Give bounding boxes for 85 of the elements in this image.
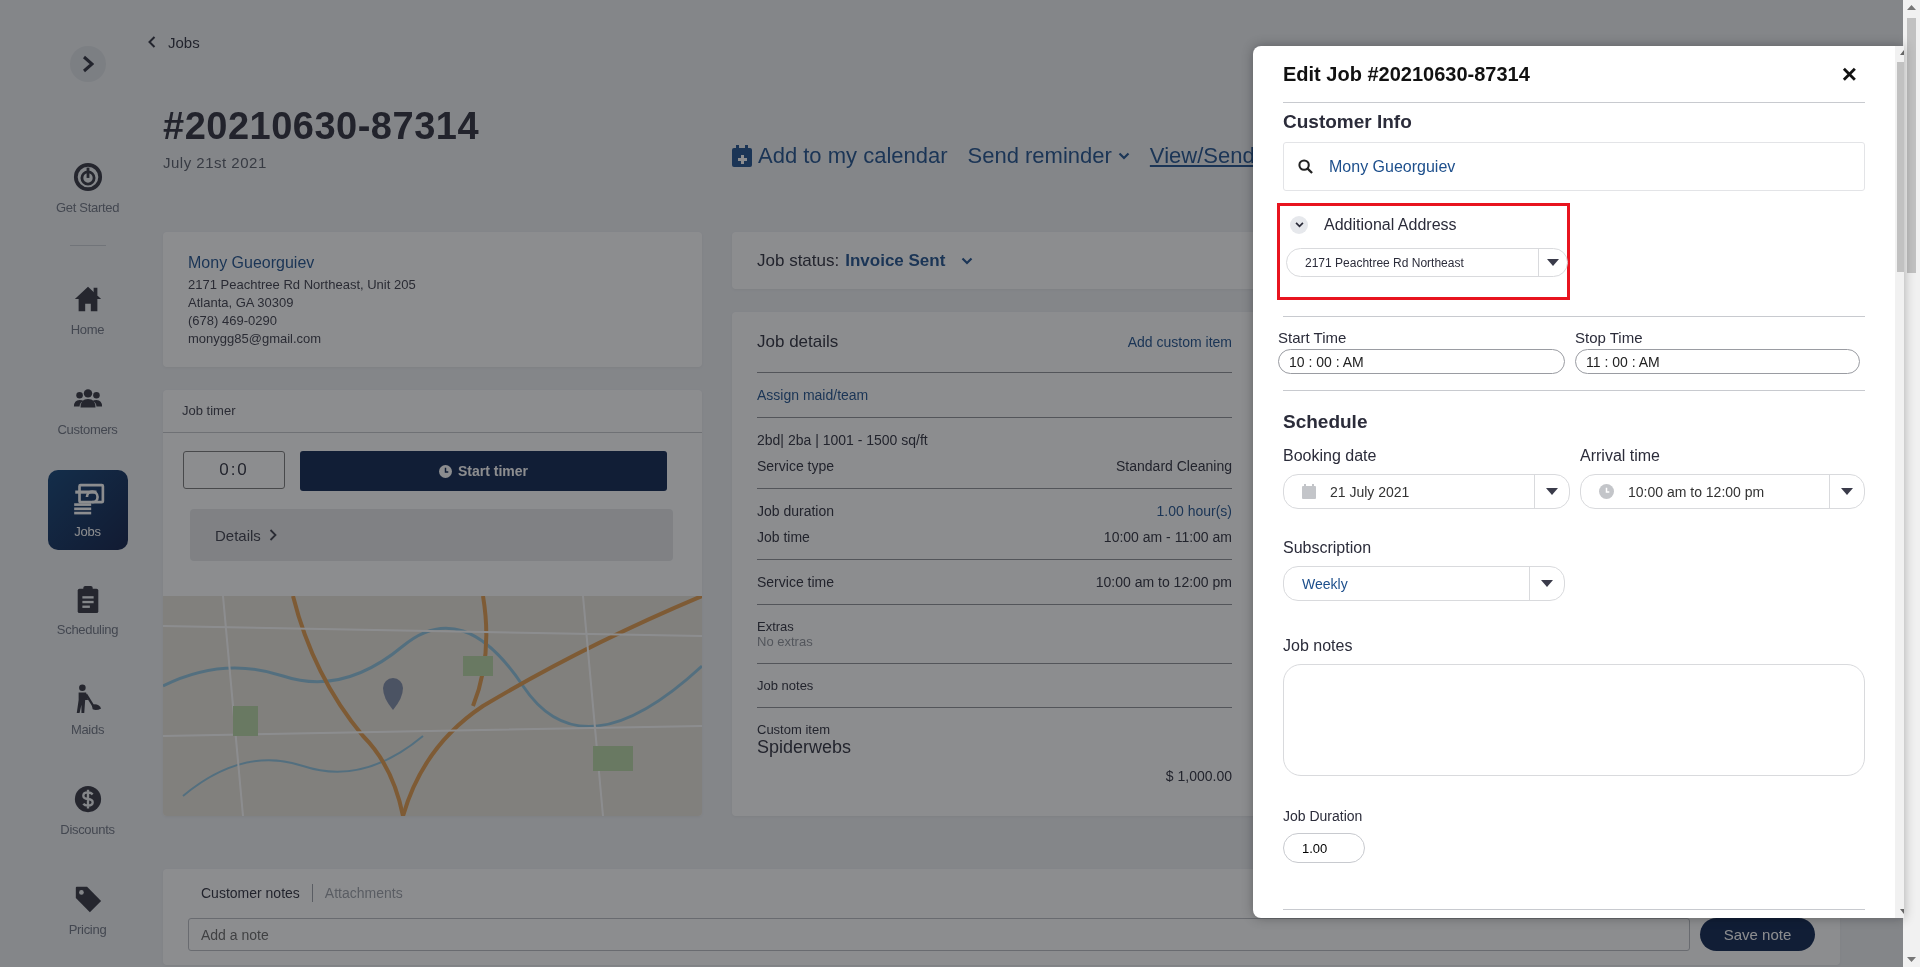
expand-button[interactable] [69,46,106,82]
subscription-select[interactable]: Weekly [1283,566,1565,601]
time-input-field[interactable]: 11 : 00 : AM [1575,349,1860,374]
chevron-down-icon [1117,152,1130,160]
start-timer-button[interactable]: Start timer [300,451,667,491]
caret-icon [1546,488,1558,495]
detail-value-link[interactable]: 1.00 hour(s) [1156,503,1232,519]
booking-date-select[interactable]: 21 July 2021 [1283,474,1570,509]
job-title: #20210630-87314 [163,104,481,148]
price-value: $ 1,000.00 [1164,768,1232,784]
back-link[interactable]: Jobs [148,30,1903,54]
detail-label: Custom item [757,722,831,737]
calendar-icon [1302,484,1316,499]
breadcrumb-label[interactable]: Jobs [168,33,200,51]
card-title: Job details [757,332,839,352]
close-button[interactable]: × [1833,61,1865,87]
clock-icon [1599,484,1614,499]
sidebar-item[interactable]: Customers [47,370,128,450]
chevron-down-icon[interactable] [1290,216,1308,234]
detail-value: Standard Cleaning [1116,458,1232,474]
dollar-icon [72,783,103,814]
chevron-left-icon [148,36,156,48]
detail-value: 10:00 am - 11:00 am [1103,529,1232,545]
field-label: Stop Time [1575,329,1644,346]
power-icon [72,161,103,192]
detail-label: Job time [757,529,810,545]
details-toggle[interactable]: Details [190,509,673,561]
card-title: Job timer [163,390,702,433]
detail-value: Spiderwebs [757,737,853,758]
time-input-field[interactable]: 10 : 00 : AM [1278,349,1565,374]
detail-label: Job duration [757,503,835,519]
section-heading: Customer Info [1283,111,1413,133]
clock-icon [439,464,452,478]
additional-address-label: Additional Address [1324,216,1457,234]
customer-detail: Atlanta, GA 30309 [188,294,295,312]
save-note-button[interactable]: Save note [1700,918,1815,951]
job-date: July 21st 2021 [163,153,268,173]
sidebar-item[interactable]: Pricing [47,870,128,950]
job-duration-field[interactable]: 1.00 [1283,833,1365,863]
detail-label: Job notes [757,678,815,693]
add-calendar-link[interactable]: Add to my calendar [732,143,948,169]
sidebar-item[interactable]: Get Started [47,148,128,228]
customer-name[interactable]: Mony Gueorguiev [188,254,677,272]
field-label: Start Time [1278,329,1348,346]
field-label: Arrival time [1580,447,1661,465]
customer-detail: 2171 Peachtree Rd Northeast, Unit 205 [188,276,417,294]
field-label: Job notes [1283,637,1354,655]
job-notes-field[interactable] [1283,664,1865,776]
section-heading: Schedule [1283,411,1369,433]
send-reminder-dropdown[interactable]: Send reminder [967,143,1130,169]
caret-icon [1841,488,1853,495]
field-label: Job Duration [1283,808,1364,824]
detail-label: Service time [757,574,835,590]
detail-value: 10:00 am to 12:00 pm [1095,574,1232,590]
field-label: Booking date [1283,447,1378,465]
search-icon [1298,159,1313,174]
sidebar-item[interactable]: Maids [47,670,128,750]
timer-display: 0:0 [183,451,285,489]
caret-icon [1547,259,1559,266]
arrival-time-select[interactable]: 10:00 am to 12:00 pm [1580,474,1865,509]
customer-detail: monygg85@gmail.com [188,330,323,348]
chevron-right-icon [81,55,94,73]
sidebar-item[interactable]: Jobs [47,470,128,550]
customer-search-field[interactable]: Mony Gueorguiev [1283,142,1865,191]
sidebar-item[interactable]: Scheduling [47,570,128,650]
detail-value: No extras [757,634,814,649]
detail-label: Extras [757,619,795,634]
assign-link[interactable]: Assign maid/team [757,387,1232,403]
chevron-down-icon [961,256,974,265]
detail-text: 2bd| 2ba | 1001 - 1500 sq/ft [757,432,929,448]
field-label: Subscription [1283,539,1373,557]
customer-detail: (678) 469-0290 [188,312,278,330]
detail-label: Service type [757,458,835,474]
calendar-plus-icon [732,145,752,167]
sidebar-item[interactable]: Home [47,270,128,350]
chevron-right-icon [268,529,277,541]
status-label: Job status: [757,250,840,271]
view-send-link[interactable]: View/Send [1149,143,1255,169]
add-custom-item-link[interactable]: Add custom item [1127,334,1232,350]
note-input-field[interactable]: Add a note [188,918,1690,951]
modal-title: Edit Job #20210630-87314 [1283,62,1530,86]
sidebar-item[interactable]: Discounts [47,770,128,850]
caret-icon [1541,580,1553,587]
notes-tab[interactable]: Customer notes [201,885,300,901]
status-value[interactable]: Invoice Sent [845,250,946,271]
